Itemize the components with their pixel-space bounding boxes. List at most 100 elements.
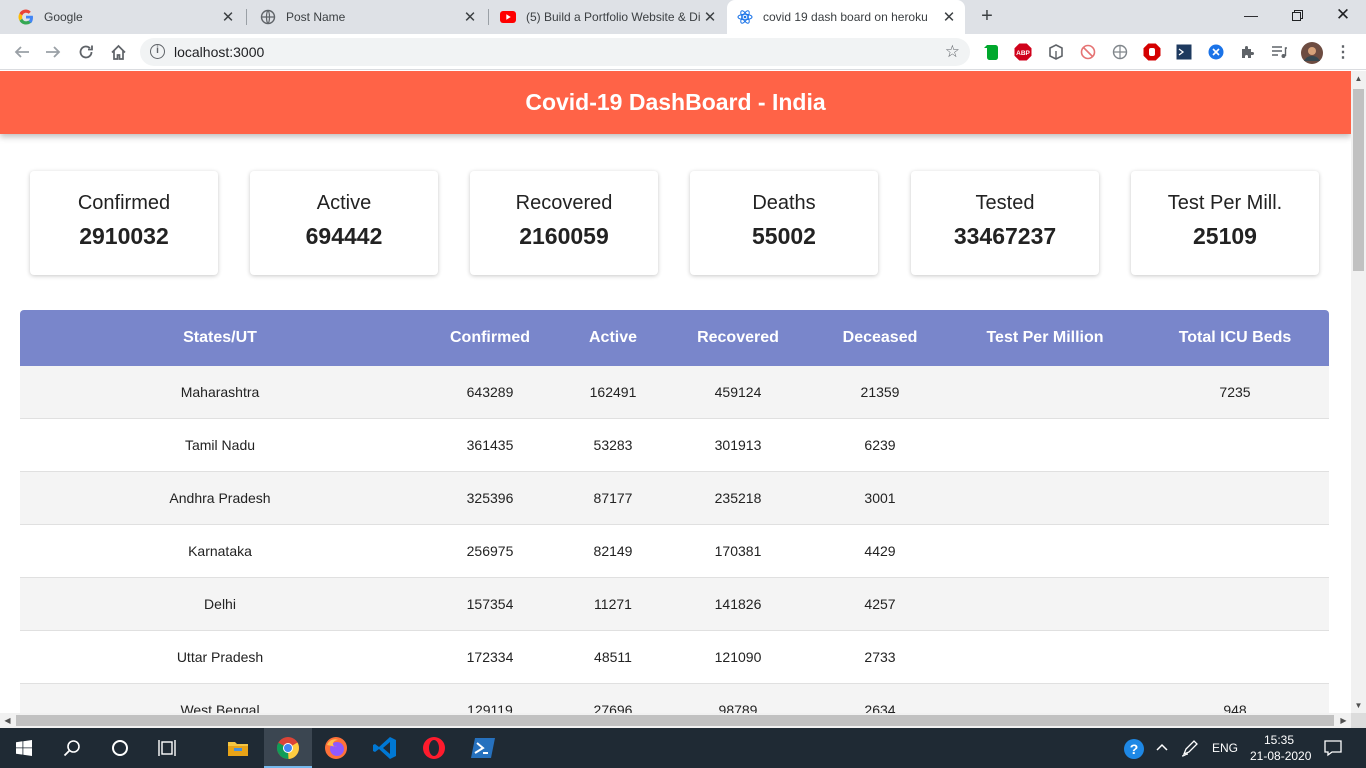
browser-tab-google[interactable]: Google ✕ bbox=[8, 0, 244, 34]
column-header-icu-beds[interactable]: Total ICU Beds bbox=[1145, 310, 1325, 366]
evernote-extension-icon[interactable] bbox=[983, 43, 1001, 61]
vertical-scrollbar[interactable]: ▲ ▼ bbox=[1351, 71, 1366, 713]
blue-extension-icon[interactable] bbox=[1207, 43, 1225, 61]
cell-deceased: 2733 bbox=[864, 649, 896, 665]
terminal-extension-icon[interactable] bbox=[1175, 43, 1193, 61]
cell-state: Karnataka bbox=[188, 543, 252, 559]
show-hidden-icons-chevron-icon[interactable] bbox=[1155, 740, 1169, 759]
column-header-deceased[interactable]: Deceased bbox=[830, 310, 930, 366]
notifications-icon[interactable] bbox=[1324, 739, 1342, 762]
clock-date[interactable]: 21-08-2020 bbox=[1250, 749, 1311, 763]
extensions-puzzle-icon[interactable] bbox=[1239, 43, 1257, 61]
cell-state: Maharashtra bbox=[180, 384, 260, 400]
powershell-taskbar-icon[interactable] bbox=[459, 728, 507, 768]
vertical-scroll-thumb[interactable] bbox=[1353, 89, 1364, 271]
cell-icu-beds bbox=[1145, 525, 1325, 578]
cell-state: Andhra Pradesh bbox=[169, 490, 271, 506]
close-tab-icon[interactable]: ✕ bbox=[939, 8, 959, 26]
profile-avatar[interactable] bbox=[1301, 42, 1323, 64]
cell-confirmed: 129119 bbox=[467, 702, 513, 713]
stat-card-deaths: Deaths 55002 bbox=[690, 171, 878, 275]
table-row: Andhra Pradesh 325396 87177 235218 3001 bbox=[20, 472, 1329, 525]
task-view-icon[interactable] bbox=[144, 728, 192, 768]
adblock-plus-extension-icon[interactable]: ABP bbox=[1014, 43, 1032, 61]
browser-tab-post-name[interactable]: Post Name ✕ bbox=[250, 0, 486, 34]
file-explorer-icon[interactable] bbox=[214, 728, 262, 768]
stat-value: 2910032 bbox=[79, 223, 169, 249]
google-icon bbox=[18, 9, 34, 25]
windows-taskbar: ? ENG 15:35 21-08-2020 bbox=[0, 728, 1366, 768]
reload-button[interactable] bbox=[73, 39, 99, 65]
cell-icu-beds: 948 bbox=[1223, 702, 1247, 713]
web-extension-icon[interactable] bbox=[1111, 43, 1129, 61]
cell-state: Uttar Pradesh bbox=[176, 649, 264, 665]
tab-separator bbox=[488, 9, 489, 25]
close-tab-icon[interactable]: ✕ bbox=[460, 8, 480, 26]
firefox-taskbar-icon[interactable] bbox=[312, 728, 360, 768]
new-tab-button[interactable]: + bbox=[976, 5, 998, 27]
column-header-confirmed[interactable]: Confirmed bbox=[440, 310, 540, 366]
windows-start-icon[interactable] bbox=[0, 728, 48, 768]
cube-extension-icon[interactable] bbox=[1047, 43, 1065, 61]
tab-title: Google bbox=[44, 10, 83, 24]
cell-deceased: 21359 bbox=[860, 384, 900, 400]
cell-confirmed: 157354 bbox=[466, 596, 514, 612]
app-header: Covid-19 DashBoard - India bbox=[0, 71, 1351, 134]
cell-recovered: 170381 bbox=[714, 543, 762, 559]
close-tab-icon[interactable]: ✕ bbox=[700, 8, 720, 26]
column-header-states[interactable]: States/UT bbox=[20, 310, 420, 366]
cell-recovered: 141826 bbox=[714, 596, 762, 612]
scroll-up-arrow-icon[interactable]: ▲ bbox=[1351, 71, 1366, 86]
site-info-icon[interactable]: i bbox=[150, 44, 165, 59]
column-header-test-per-million[interactable]: Test Per Million bbox=[955, 310, 1135, 366]
horizontal-scroll-thumb[interactable] bbox=[16, 715, 1334, 726]
stat-label: Deaths bbox=[752, 192, 816, 214]
cell-confirmed: 256975 bbox=[466, 543, 514, 559]
scroll-right-arrow-icon[interactable]: ▶ bbox=[1336, 713, 1351, 728]
forward-button[interactable] bbox=[40, 39, 66, 65]
close-window-button[interactable]: ✕ bbox=[1320, 0, 1366, 30]
chrome-taskbar-icon[interactable] bbox=[264, 728, 312, 768]
cell-test-per-million bbox=[955, 419, 1135, 472]
vscode-taskbar-icon[interactable] bbox=[361, 728, 409, 768]
page-viewport: Covid-19 DashBoard - India Confirmed 291… bbox=[0, 71, 1351, 713]
cell-active: 48511 bbox=[594, 649, 632, 665]
opera-taskbar-icon[interactable] bbox=[410, 728, 458, 768]
help-icon[interactable]: ? bbox=[1123, 738, 1145, 760]
stop-hand-extension-icon[interactable] bbox=[1143, 43, 1161, 61]
column-header-active[interactable]: Active bbox=[563, 310, 663, 366]
browser-toolbar: i localhost:3000 ☆ ABP ⋮ bbox=[0, 34, 1366, 70]
cell-confirmed: 325396 bbox=[466, 490, 514, 506]
close-tab-icon[interactable]: ✕ bbox=[218, 8, 238, 26]
horizontal-scrollbar[interactable]: ◀ ▶ bbox=[0, 713, 1351, 728]
scroll-down-arrow-icon[interactable]: ▼ bbox=[1351, 698, 1366, 713]
restore-window-button[interactable] bbox=[1274, 0, 1320, 30]
browser-tab-covid-dashboard[interactable]: covid 19 dash board on heroku ✕ bbox=[727, 0, 965, 34]
cell-test-per-million bbox=[955, 472, 1135, 525]
browser-menu-icon[interactable]: ⋮ bbox=[1334, 43, 1352, 61]
browser-tab-youtube[interactable]: (5) Build a Portfolio Website & Di ✕ bbox=[490, 0, 726, 34]
cell-icu-beds: 7235 bbox=[1219, 384, 1251, 400]
address-bar[interactable]: i localhost:3000 ☆ bbox=[140, 38, 970, 66]
svg-text:?: ? bbox=[1130, 741, 1139, 757]
back-button[interactable] bbox=[9, 39, 35, 65]
pen-workspace-icon[interactable] bbox=[1181, 739, 1199, 762]
home-button[interactable] bbox=[105, 39, 131, 65]
stat-card-tested: Tested 33467237 bbox=[911, 171, 1099, 275]
scroll-left-arrow-icon[interactable]: ◀ bbox=[0, 713, 15, 728]
column-header-recovered[interactable]: Recovered bbox=[688, 310, 788, 366]
blocked-extension-icon[interactable] bbox=[1079, 43, 1097, 61]
stat-label: Tested bbox=[975, 192, 1035, 214]
media-control-icon[interactable] bbox=[1270, 43, 1288, 61]
browser-tab-strip: Google ✕ Post Name ✕ (5) Build a Portfol… bbox=[0, 0, 1366, 34]
minimize-window-button[interactable]: — bbox=[1228, 0, 1274, 30]
bookmark-star-icon[interactable]: ☆ bbox=[945, 42, 960, 62]
stat-value: 2160059 bbox=[519, 223, 609, 249]
language-indicator[interactable]: ENG bbox=[1212, 741, 1238, 755]
search-icon[interactable] bbox=[48, 728, 96, 768]
cell-icu-beds bbox=[1145, 419, 1325, 472]
clock-time[interactable]: 15:35 bbox=[1264, 733, 1294, 747]
cortana-icon[interactable] bbox=[96, 728, 144, 768]
stat-card-active: Active 694442 bbox=[250, 171, 438, 275]
cell-deceased: 4429 bbox=[864, 543, 896, 559]
